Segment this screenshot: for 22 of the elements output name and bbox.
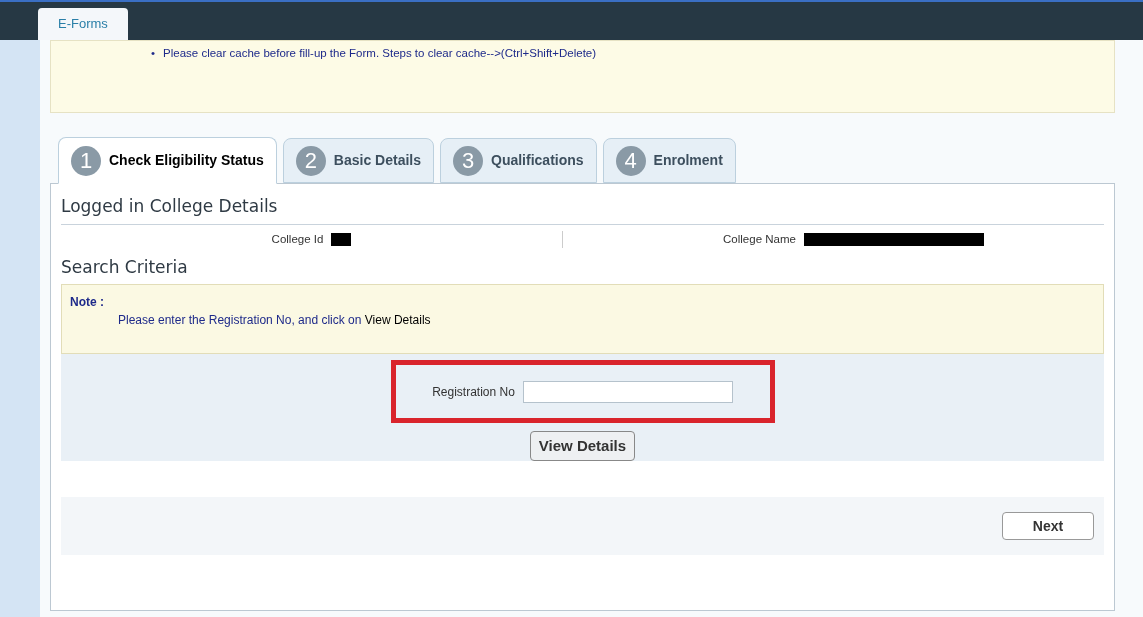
step-tab[interactable]: 2 Basic Details bbox=[282, 138, 434, 183]
step-number: 3 bbox=[453, 145, 483, 176]
note-label: Note : bbox=[70, 294, 104, 311]
field-label: College Name bbox=[723, 231, 796, 247]
next-button[interactable]: Next bbox=[1002, 512, 1094, 540]
step-number: 2 bbox=[295, 145, 326, 176]
step-tab[interactable]: 1 Check Eligibility Status bbox=[58, 137, 277, 184]
redacted-value bbox=[331, 233, 352, 246]
field-label: College Id bbox=[271, 231, 324, 247]
step-number: 4 bbox=[615, 145, 646, 176]
view-details-button[interactable]: View Details bbox=[529, 431, 636, 461]
notice-text: Please clear cache before fill-up the Form. Steps to clear cache-->(Ctrl+Shift+Delete) bbox=[163, 46, 597, 61]
step-tab[interactable]: 4 Enrolment bbox=[602, 138, 736, 183]
step-number: 1 bbox=[71, 145, 101, 176]
registration-input[interactable] bbox=[522, 380, 733, 403]
bullet: • bbox=[151, 46, 156, 61]
section-title: Logged in College Details bbox=[61, 194, 1104, 225]
field-label: Registration No bbox=[432, 383, 515, 401]
step-tab[interactable]: 3 Qualifications bbox=[440, 138, 597, 183]
note-text: Please enter the Registration No, and click on View Details bbox=[117, 312, 431, 329]
section-title: Search Criteria bbox=[61, 255, 189, 279]
eforms-tab[interactable]: E-Forms bbox=[38, 8, 128, 40]
